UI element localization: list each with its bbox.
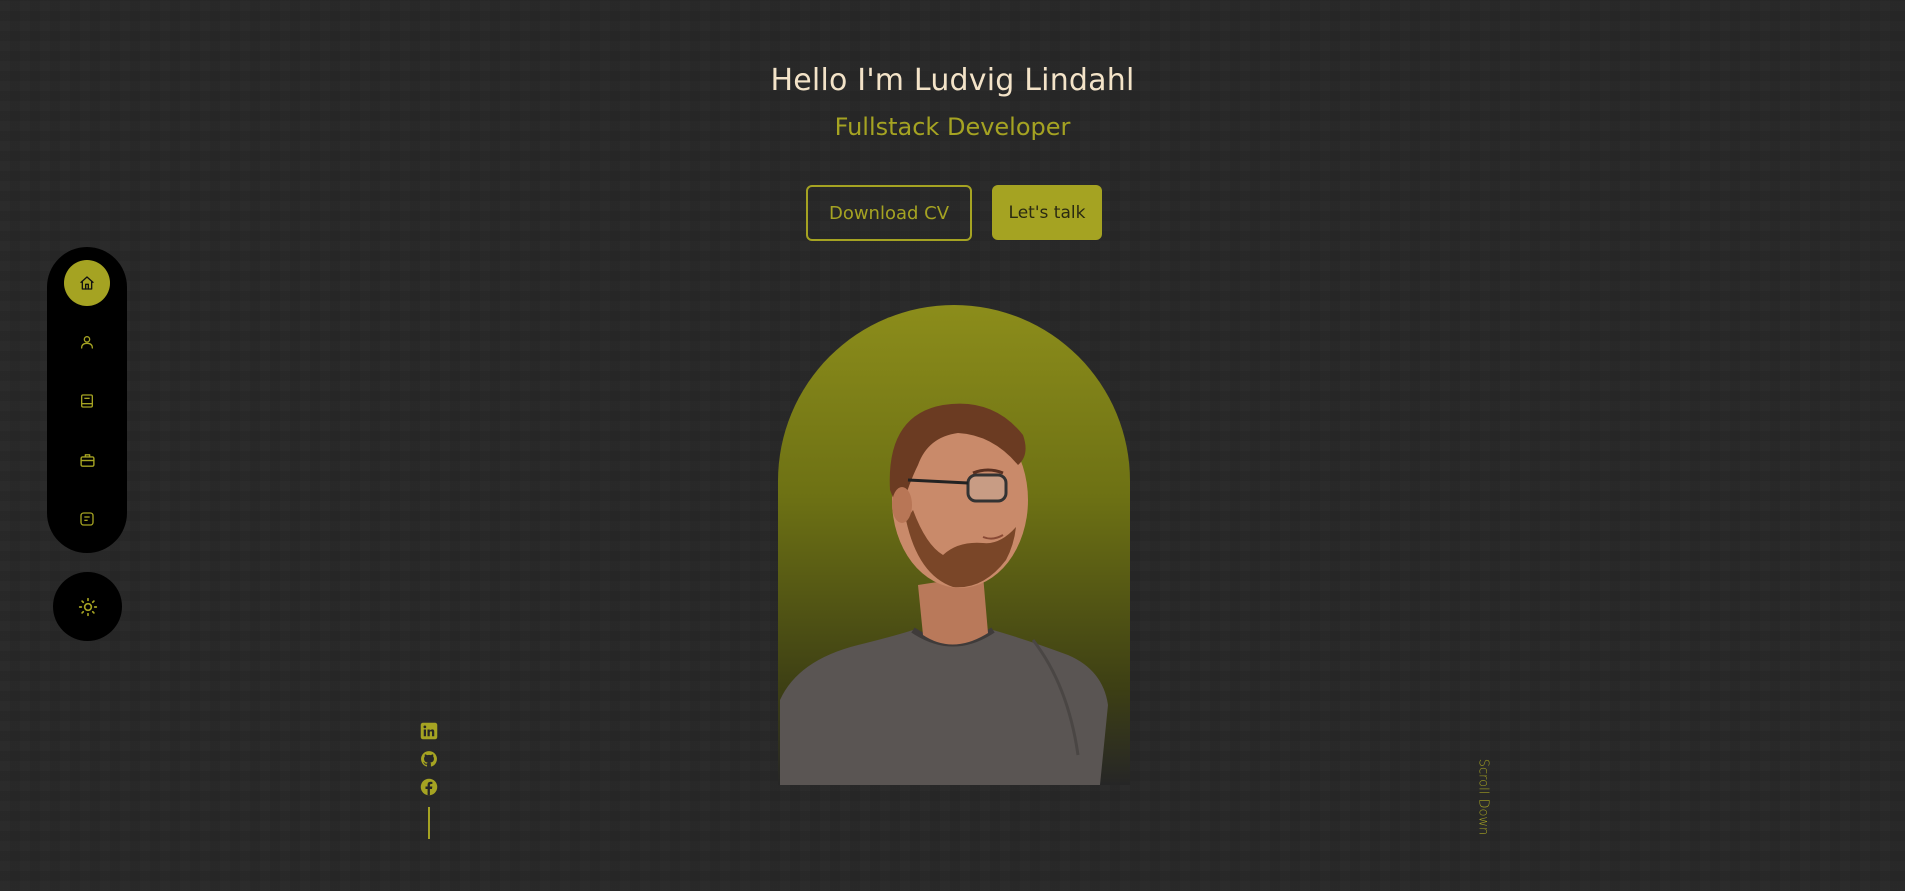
book-icon [81, 394, 93, 408]
home-icon [80, 276, 94, 290]
briefcase-icon [79, 453, 95, 467]
download-cv-button[interactable]: Download CV [806, 185, 972, 241]
social-links [420, 722, 438, 806]
linkedin-icon[interactable] [420, 722, 438, 740]
sidebar-item-contact[interactable] [64, 496, 110, 542]
scroll-down-link[interactable]: Scroll Down [1474, 755, 1492, 839]
sidebar-item-portfolio[interactable] [64, 437, 110, 483]
hero-greeting: Hello I'm Ludvig Lindahl [770, 63, 1135, 98]
sidebar-nav [47, 247, 127, 553]
theme-toggle-button[interactable] [53, 572, 122, 641]
lets-talk-button[interactable]: Let's talk [992, 185, 1102, 240]
social-divider-line [428, 807, 430, 839]
sidebar-item-home[interactable] [64, 260, 110, 306]
sidebar-item-experience[interactable] [64, 378, 110, 424]
sidebar-item-about[interactable] [64, 319, 110, 365]
github-icon[interactable] [420, 750, 438, 768]
message-icon [80, 512, 94, 526]
portrait-frame [778, 305, 1130, 785]
facebook-icon[interactable] [420, 778, 438, 796]
user-icon [81, 336, 93, 349]
sun-icon [78, 597, 97, 616]
portrait-image [780, 403, 1108, 785]
scroll-down-label: Scroll Down [1475, 758, 1491, 836]
hero-role: Fullstack Developer [834, 113, 1071, 141]
